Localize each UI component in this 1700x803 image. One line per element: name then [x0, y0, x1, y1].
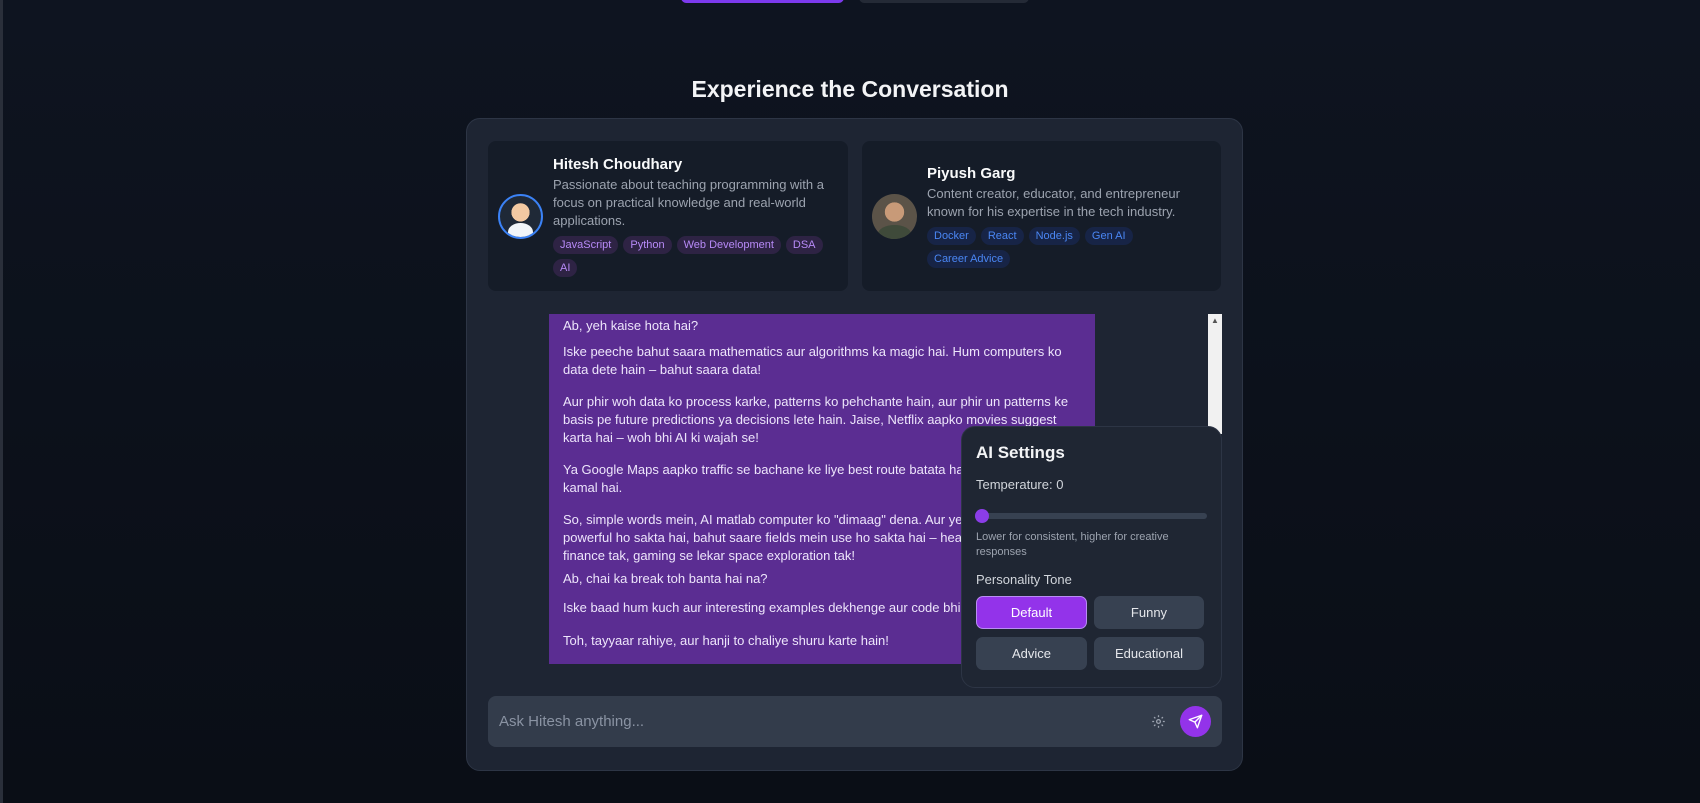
- profile-card-hitesh[interactable]: Hitesh Choudhary Passionate about teachi…: [488, 141, 848, 291]
- tag: Gen AI: [1084, 226, 1133, 245]
- tag: Career Advice: [927, 249, 1011, 268]
- gear-icon[interactable]: [1149, 713, 1167, 731]
- message-paragraph: Iske peeche bahut saara mathematics aur …: [563, 344, 1062, 377]
- send-icon: [1188, 714, 1203, 729]
- profile-name: Piyush Garg: [927, 164, 1016, 182]
- tag: React: [980, 226, 1024, 245]
- tag: Docker: [927, 226, 976, 245]
- tag: Web Development: [676, 235, 781, 254]
- settings-title: AI Settings: [976, 443, 1065, 462]
- tag: DSA: [785, 235, 823, 254]
- temperature-slider[interactable]: [975, 509, 1207, 523]
- tag-list: JavaScript Python Web Development DSA AI: [553, 235, 838, 277]
- section-title: Experience the Conversation: [691, 76, 1009, 102]
- top-secondary-button[interactable]: [859, 0, 1029, 3]
- avatar: [872, 193, 917, 239]
- chat-card: Hitesh Choudhary Passionate about teachi…: [466, 118, 1243, 771]
- profile-card-piyush[interactable]: Piyush Garg Content creator, educator, a…: [862, 141, 1221, 291]
- tone-advice-button[interactable]: Advice: [976, 637, 1087, 670]
- tag: AI: [553, 258, 578, 277]
- scrollbar[interactable]: ▲: [1208, 314, 1222, 434]
- tag: Python: [623, 235, 672, 254]
- message-paragraph: Ab, yeh kaise hota hai?: [563, 318, 699, 333]
- temperature-hint: Lower for consistent, higher for creativ…: [976, 531, 1169, 558]
- chat-input[interactable]: Ask Hitesh anything...: [499, 713, 1149, 730]
- tone-funny-button[interactable]: Funny: [1094, 596, 1204, 629]
- tone-default-button[interactable]: Default: [976, 596, 1087, 629]
- profile-description: Content creator, educator, and entrepren…: [927, 185, 1180, 219]
- tag-list: Docker React Node.js Gen AI Career Advic…: [927, 226, 1211, 268]
- tone-educational-button[interactable]: Educational: [1094, 637, 1204, 670]
- tag: JavaScript: [553, 235, 619, 254]
- profile-name: Hitesh Choudhary: [553, 155, 683, 173]
- window-edge: [0, 0, 3, 803]
- profile-description: Passionate about teaching programming wi…: [553, 176, 824, 228]
- temperature-slider-thumb[interactable]: [975, 509, 989, 523]
- send-button[interactable]: [1180, 706, 1211, 737]
- avatar: [498, 193, 543, 239]
- message-composer: Ask Hitesh anything...: [488, 696, 1222, 747]
- top-primary-button[interactable]: [681, 0, 844, 3]
- temperature-label: Temperature: 0: [976, 477, 1064, 492]
- scroll-up-arrow-icon[interactable]: ▲: [1208, 316, 1222, 325]
- ai-settings-panel: AI Settings Temperature: 0 Lower for con…: [961, 426, 1222, 688]
- tone-options: Default Funny Advice Educational: [976, 596, 1207, 670]
- tag: Node.js: [1028, 226, 1080, 245]
- tone-label: Personality Tone: [976, 572, 1072, 587]
